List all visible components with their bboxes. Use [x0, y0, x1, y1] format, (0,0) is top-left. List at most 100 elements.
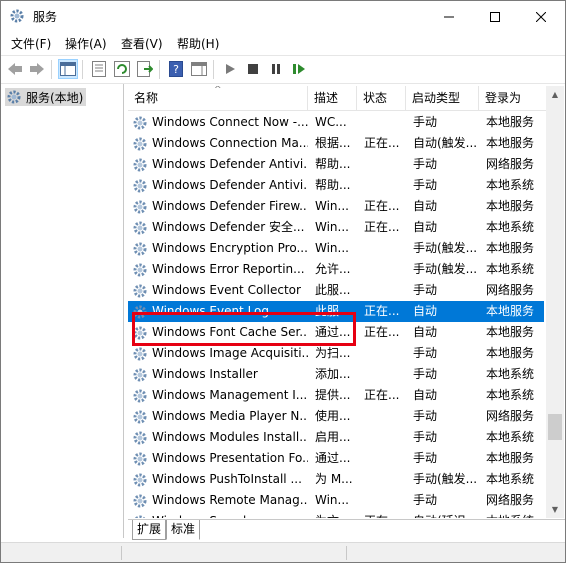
table-row[interactable]: Windows Modules Install... 启用... 手动 本地系统 — [128, 427, 544, 448]
service-description: 使用... — [315, 409, 351, 423]
service-name: Windows Connection Ma... — [152, 136, 308, 150]
service-description: Win... — [315, 241, 349, 255]
toolbar: ? — [1, 55, 565, 84]
service-startup-type: 手动 — [413, 346, 438, 360]
table-row[interactable]: Windows Encryption Pro... Win... 手动(触发... 本… — [128, 238, 544, 259]
service-logon-as: 本地服务 — [486, 325, 535, 339]
start-service-button[interactable] — [221, 60, 239, 78]
table-row[interactable]: Windows Event Log 此服... 正在... 自动 本地服务 — [128, 301, 544, 322]
service-startup-type: 手动 — [413, 367, 438, 381]
forward-button[interactable] — [28, 60, 46, 78]
table-row[interactable]: Windows Defender Antivi... 帮助... 手动 本地系统 — [128, 175, 544, 196]
service-description: Win... — [315, 220, 349, 234]
table-row[interactable]: Windows Remote Manag... Win... 手动 网络服务 — [128, 490, 544, 511]
table-row[interactable]: Windows Defender Antivi... 帮助... 手动 网络服务 — [128, 154, 544, 175]
vertical-scrollbar[interactable]: ▲ ▼ — [546, 86, 564, 518]
service-logon-as: 本地服务 — [486, 451, 535, 465]
tab-standard[interactable]: 标准 — [166, 520, 201, 540]
tree-node-label: 服务(本地) — [26, 90, 84, 105]
menu-view[interactable]: 查看(V) — [121, 35, 163, 52]
column-header-name[interactable]: 名称 ^ — [128, 86, 308, 110]
services-list: 名称 ^ 描述 状态 启动类型 登录为 Windows Connect Now … — [128, 86, 564, 518]
service-description: 为文... — [315, 511, 357, 518]
table-row[interactable]: Windows Connection Ma... 根据... 正在... 自动(触发.… — [128, 133, 544, 154]
toolbar-separator — [159, 60, 160, 79]
stop-service-icon — [248, 64, 258, 74]
properties-button[interactable] — [90, 60, 108, 78]
service-description: 帮助... — [315, 157, 351, 171]
export-list-button[interactable] — [136, 60, 154, 78]
service-gear-icon — [132, 346, 148, 362]
service-gear-icon — [132, 136, 148, 152]
column-header-startup-type[interactable]: 启动类型 — [406, 86, 479, 110]
table-row[interactable]: Windows Management I... 提供... 正在... 自动 本地系统 — [128, 385, 544, 406]
service-name: Windows Event Collector — [152, 283, 301, 297]
service-description: 帮助... — [315, 178, 351, 192]
service-startup-type: 自动 — [413, 388, 438, 402]
tab-extended[interactable]: 扩展 — [132, 520, 167, 540]
scroll-down-icon[interactable]: ▼ — [546, 501, 564, 518]
stop-service-button[interactable] — [244, 60, 262, 78]
close-button[interactable] — [518, 1, 564, 32]
service-gear-icon — [132, 325, 148, 341]
service-gear-icon — [132, 388, 148, 404]
services-gear-icon — [7, 90, 21, 104]
table-row[interactable]: Windows Installer 添加... 手动 本地系统 — [128, 364, 544, 385]
table-row[interactable]: Windows Event Collector 此服... 手动 网络服务 — [128, 280, 544, 301]
table-row[interactable]: Windows Media Player N... 使用... 手动 网络服务 — [128, 406, 544, 427]
services-rows: Windows Connect Now -... WC... 手动 本地服务 Windo… — [128, 112, 544, 518]
service-status — [364, 490, 406, 511]
table-row[interactable]: Windows Font Cache Ser... 通过... 正在... 自动 本地服… — [128, 322, 544, 343]
minimize-button[interactable] — [426, 1, 472, 32]
service-name: Windows Management I... — [152, 388, 308, 402]
back-button[interactable] — [6, 60, 24, 78]
service-startup-type: 手动(触发... — [413, 472, 478, 486]
column-header-status[interactable]: 状态 — [357, 86, 406, 110]
table-row[interactable]: Windows Defender 安全... Win... 正在... 自动 本地系统 — [128, 217, 544, 238]
service-logon-as: 本地系统 — [486, 367, 535, 381]
console-tree: 服务(本地) — [1, 84, 124, 538]
window-title: 服务 — [33, 10, 58, 24]
maximize-button[interactable] — [472, 1, 518, 32]
column-header-description[interactable]: 描述 — [308, 86, 357, 110]
list-header: 名称 ^ 描述 状态 启动类型 登录为 — [128, 86, 564, 111]
menu-action[interactable]: 操作(A) — [65, 35, 107, 52]
service-description: 为 M... — [315, 472, 353, 486]
service-startup-type: 手动(触发... — [413, 241, 478, 255]
service-startup-type: 手动 — [413, 157, 438, 171]
table-row[interactable]: Windows Connect Now -... WC... 手动 本地服务 — [128, 112, 544, 133]
svg-text:?: ? — [173, 63, 179, 76]
pause-service-button[interactable] — [267, 60, 285, 78]
show-action-pane-button[interactable] — [190, 60, 208, 78]
show-hide-console-tree-button[interactable] — [58, 59, 78, 79]
table-row[interactable]: Windows Search 为文... 正在... 自动(延迟... 本地系统 — [128, 511, 544, 518]
service-name: Windows Presentation Fo... — [152, 451, 308, 465]
pause-service-icon — [272, 64, 280, 74]
service-status — [364, 448, 406, 469]
title-bar: 服务 — [1, 1, 565, 32]
service-gear-icon — [132, 472, 148, 488]
tree-node-services-local[interactable]: 服务(本地) — [5, 88, 87, 106]
help-button[interactable]: ? — [167, 60, 185, 78]
service-startup-type: 手动 — [413, 115, 438, 129]
service-status — [364, 238, 406, 259]
table-row[interactable]: Windows PushToInstall ... 为 M... 手动(触发... 本… — [128, 469, 544, 490]
table-row[interactable]: Windows Presentation Fo... 通过... 手动 本地服务 — [128, 448, 544, 469]
refresh-button[interactable] — [113, 60, 131, 78]
resume-service-icon — [293, 64, 305, 74]
service-startup-type: 自动(延迟... — [413, 511, 481, 518]
service-gear-icon — [132, 283, 148, 299]
service-startup-type: 手动 — [413, 409, 438, 423]
service-name: Windows Font Cache Ser... — [152, 325, 308, 339]
table-row[interactable]: Windows Defender Firew... Win... 正在... 自动 本地… — [128, 196, 544, 217]
service-name: Windows Modules Install... — [152, 430, 308, 444]
service-gear-icon — [132, 199, 148, 215]
resume-service-button[interactable] — [290, 60, 308, 78]
scroll-thumb[interactable] — [548, 414, 562, 440]
scroll-up-icon[interactable]: ▲ — [546, 86, 564, 103]
table-row[interactable]: Windows Image Acquisiti... 为扫... 手动 本地服务 — [128, 343, 544, 364]
table-row[interactable]: Windows Error Reportin... 允许... 手动(触发... 本地… — [128, 259, 544, 280]
menu-file[interactable]: 文件(F) — [11, 35, 51, 52]
menu-help[interactable]: 帮助(H) — [177, 35, 219, 52]
service-description: 通过... — [315, 451, 351, 465]
